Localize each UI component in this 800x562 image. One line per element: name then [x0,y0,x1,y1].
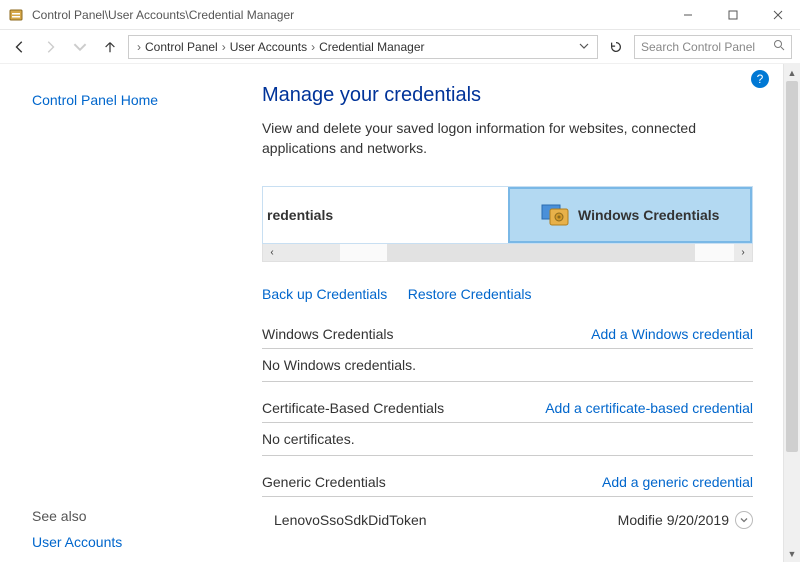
address-bar: › Control Panel › User Accounts › Creden… [0,30,800,64]
forward-button[interactable] [38,35,62,59]
vault-icon [540,201,572,229]
app-icon [8,7,24,23]
section-windows-credentials: Windows Credentials Add a Windows creden… [262,326,753,382]
back-button[interactable] [8,35,32,59]
credential-type-tabs: redentials Windows Credentials [262,186,753,244]
page-description: View and delete your saved logon informa… [262,119,753,158]
backup-credentials-link[interactable]: Back up Credentials [262,286,387,302]
user-accounts-link[interactable]: User Accounts [32,534,242,550]
window-title: Control Panel\User Accounts\Credential M… [32,8,665,22]
add-windows-credential-link[interactable]: Add a Windows credential [591,326,753,342]
vertical-scrollbar[interactable]: ▲ ▼ [783,64,800,562]
chevron-right-icon: › [137,40,141,54]
scroll-up-button[interactable]: ▲ [784,64,800,81]
up-button[interactable] [98,35,122,59]
recent-locations-button[interactable] [68,35,92,59]
section-title: Certificate-Based Credentials [262,400,444,416]
section-title: Generic Credentials [262,474,386,490]
chevron-right-icon: › [311,40,315,54]
breadcrumb-user-accounts[interactable]: User Accounts [230,40,307,54]
section-empty-text: No certificates. [262,431,753,456]
search-placeholder: Search Control Panel [641,40,755,54]
scroll-thumb[interactable] [786,81,798,452]
scroll-right-button[interactable]: › [734,244,752,261]
minimize-button[interactable] [665,0,710,29]
section-empty-text: No Windows credentials. [262,357,753,382]
add-certificate-credential-link[interactable]: Add a certificate-based credential [545,400,753,416]
credential-modified: Modifie 9/20/2019 [618,512,729,528]
add-generic-credential-link[interactable]: Add a generic credential [602,474,753,490]
maximize-button[interactable] [710,0,755,29]
section-title: Windows Credentials [262,326,394,342]
sidebar: Control Panel Home See also User Account… [0,64,242,562]
credential-name: LenovoSsoSdkDidToken [274,512,618,528]
expand-button[interactable] [735,511,753,529]
tab-windows-credentials-label: Windows Credentials [578,207,719,223]
scroll-track[interactable] [340,244,734,261]
main-content: ? Manage your credentials View and delet… [242,64,783,562]
tab-scrollbar[interactable]: ‹ › [262,244,753,262]
tab-web-credentials[interactable]: redentials [263,187,508,243]
tab-web-credentials-label: redentials [267,207,333,223]
address-dropdown-button[interactable] [575,40,593,54]
chevron-right-icon: › [222,40,226,54]
scroll-down-button[interactable]: ▼ [784,545,800,562]
scroll-left-button[interactable]: ‹ [263,244,281,261]
breadcrumb-bar[interactable]: › Control Panel › User Accounts › Creden… [128,35,598,59]
scroll-track[interactable] [784,81,800,545]
breadcrumb-control-panel[interactable]: Control Panel [145,40,218,54]
restore-credentials-link[interactable]: Restore Credentials [408,286,532,302]
scroll-thumb[interactable] [387,244,695,261]
title-bar: Control Panel\User Accounts\Credential M… [0,0,800,30]
page-heading: Manage your credentials [262,84,753,107]
credential-row[interactable]: LenovoSsoSdkDidToken Modifie 9/20/2019 [262,505,753,531]
control-panel-home-link[interactable]: Control Panel Home [32,92,242,108]
breadcrumb-credential-manager[interactable]: Credential Manager [319,40,424,54]
section-certificate-credentials: Certificate-Based Credentials Add a cert… [262,400,753,456]
search-icon [773,39,785,54]
search-input[interactable]: Search Control Panel [634,35,792,59]
refresh-button[interactable] [604,35,628,59]
see-also-header: See also [32,508,242,524]
help-button[interactable]: ? [751,70,769,88]
tab-windows-credentials[interactable]: Windows Credentials [508,187,753,243]
section-generic-credentials: Generic Credentials Add a generic creden… [262,474,753,531]
close-button[interactable] [755,0,800,29]
